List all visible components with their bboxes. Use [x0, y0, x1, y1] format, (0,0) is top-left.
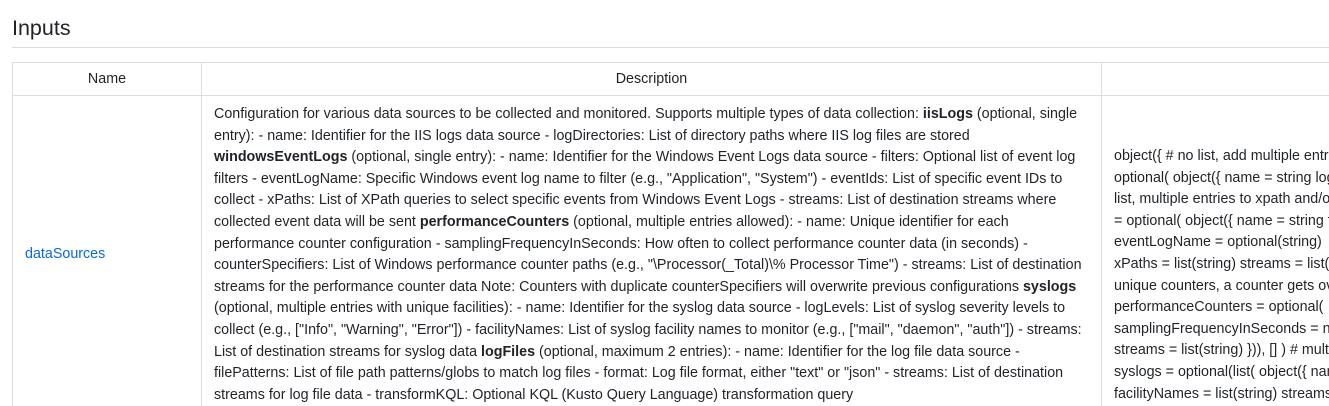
column-header-type [1101, 62, 1329, 96]
type-line: syslogs = optional(list( object({ name [1114, 363, 1329, 380]
description-keyword-logfiles: logFiles [481, 343, 536, 360]
inputs-table: Name Description dataSources Configurati… [12, 62, 1329, 406]
type-line: performanceCounters = optional( [1114, 299, 1324, 316]
type-line: optional( object({ name = string logDire… [1114, 169, 1329, 186]
input-name-link[interactable]: dataSources [25, 246, 105, 262]
table-header-row: Name Description [12, 62, 1329, 96]
input-description-cell: Configuration for various data sources t… [201, 94, 1102, 406]
inputs-table-container[interactable]: Name Description dataSources Configurati… [12, 62, 1329, 406]
type-line: object({ # no list, add multiple entries [1114, 148, 1329, 164]
description-keyword-windowseventlogs: windowsEventLogs [214, 149, 348, 166]
table-row: dataSources Configuration for various da… [12, 94, 1329, 406]
type-line: streams = list(string) })), [] ) # multi… [1114, 342, 1329, 359]
type-line: = optional( object({ name = string filte… [1114, 212, 1329, 229]
input-name-cell: dataSources [12, 94, 202, 406]
type-line: samplingFrequencyInSeconds = number [1114, 320, 1329, 337]
description-keyword-syslogs: syslogs [1022, 278, 1077, 295]
section-title: Inputs [12, 16, 71, 40]
column-header-name: Name [12, 62, 202, 96]
type-line: unique counters, a counter gets overwrit… [1114, 277, 1329, 294]
column-header-description: Description [201, 62, 1102, 96]
description-text: Configuration for various data sources t… [214, 106, 923, 122]
type-line: facilityNames = list(string) streams [1114, 385, 1329, 402]
description-keyword-performancecounters: performanceCounters [419, 213, 570, 230]
type-line: eventLogName = optional(string) [1114, 234, 1322, 251]
description-keyword-iislogs: iisLogs [922, 106, 973, 122]
type-line: list, multiple entries to xpath and/or [1114, 191, 1329, 208]
type-line: xPaths = list(string) streams = list(str… [1114, 255, 1329, 272]
input-type-cell: object({ # no list, add multiple entries… [1101, 94, 1329, 406]
section-divider [12, 47, 1329, 48]
